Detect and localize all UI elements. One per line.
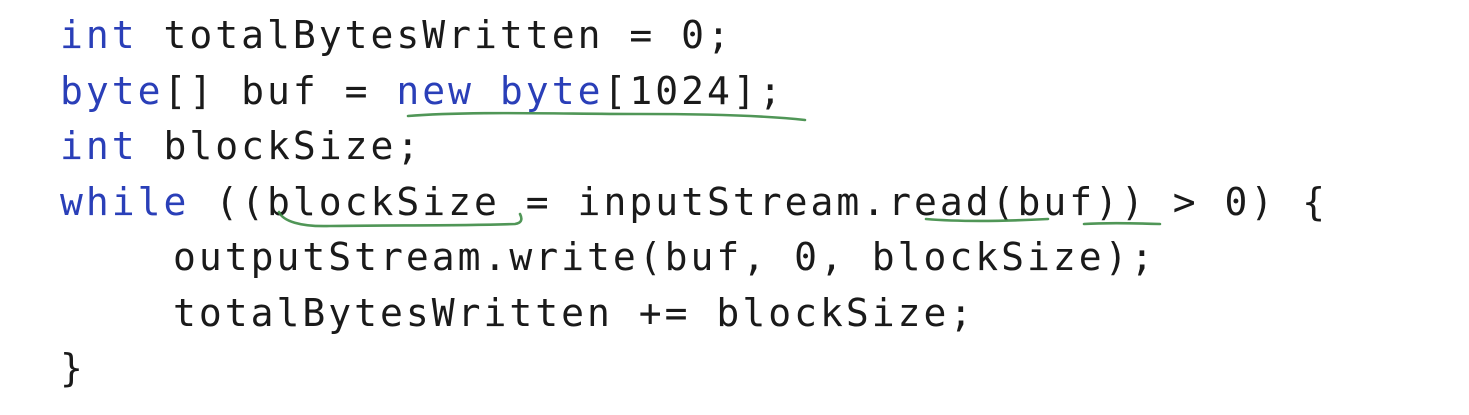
code-block: int totalBytesWritten = 0; byte[] buf = n…: [60, 8, 1328, 397]
code-text: [] buf =: [163, 68, 397, 113]
code-line-5: outputStream.write(buf, 0, blockSize);: [60, 230, 1328, 286]
keyword-byte: byte: [60, 68, 164, 113]
code-text: blockSize;: [137, 124, 423, 168]
code-line-4: while ((blockSize = inputStream.read(buf…: [60, 175, 1328, 231]
code-line-3: int blockSize;: [60, 119, 1328, 175]
closing-brace: }: [60, 346, 86, 390]
code-text: ((blockSize = inputStream.read(buf)) > 0…: [189, 179, 1329, 224]
code-text: [1024];: [603, 68, 785, 113]
code-line-1: int totalBytesWritten = 0;: [60, 8, 1328, 64]
code-text: totalBytesWritten += blockSize;: [173, 290, 976, 335]
code-line-2: byte[] buf = new byte[1024];: [60, 64, 1328, 120]
keyword-while: while: [60, 179, 190, 224]
code-line-7: }: [60, 341, 1328, 397]
code-line-6: totalBytesWritten += blockSize;: [60, 286, 1328, 342]
code-text: totalBytesWritten = 0;: [137, 13, 733, 57]
keyword-int: int: [60, 13, 138, 57]
keyword-new-byte: new byte: [396, 68, 604, 113]
keyword-int: int: [60, 124, 138, 168]
code-text: outputStream.write(buf, 0, blockSize);: [173, 235, 1157, 279]
